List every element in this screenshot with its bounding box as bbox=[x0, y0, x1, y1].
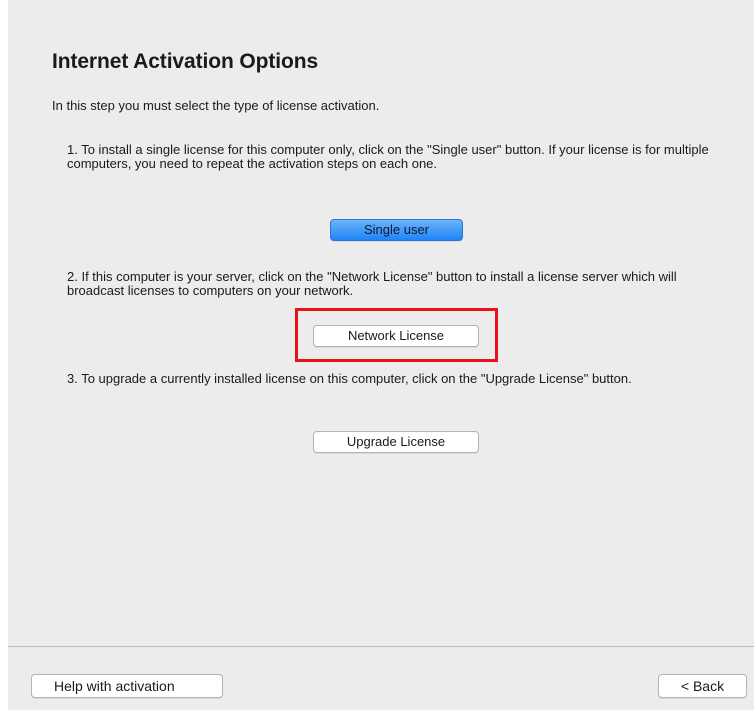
network-license-button[interactable]: Network License bbox=[313, 325, 479, 347]
intro-text: In this step you must select the type of… bbox=[52, 98, 380, 113]
help-with-activation-button[interactable]: Help with activation bbox=[31, 674, 223, 698]
footer-divider bbox=[8, 646, 754, 647]
step-upgrade-license-text: 3. To upgrade a currently installed lice… bbox=[67, 371, 632, 386]
upgrade-license-button[interactable]: Upgrade License bbox=[313, 431, 479, 453]
step-network-license-text: 2. If this computer is your server, clic… bbox=[67, 269, 677, 298]
single-user-button[interactable]: Single user bbox=[330, 219, 463, 241]
page-title: Internet Activation Options bbox=[52, 50, 319, 73]
step-single-user-text: 1. To install a single license for this … bbox=[67, 142, 709, 171]
back-button[interactable]: < Back bbox=[658, 674, 747, 698]
